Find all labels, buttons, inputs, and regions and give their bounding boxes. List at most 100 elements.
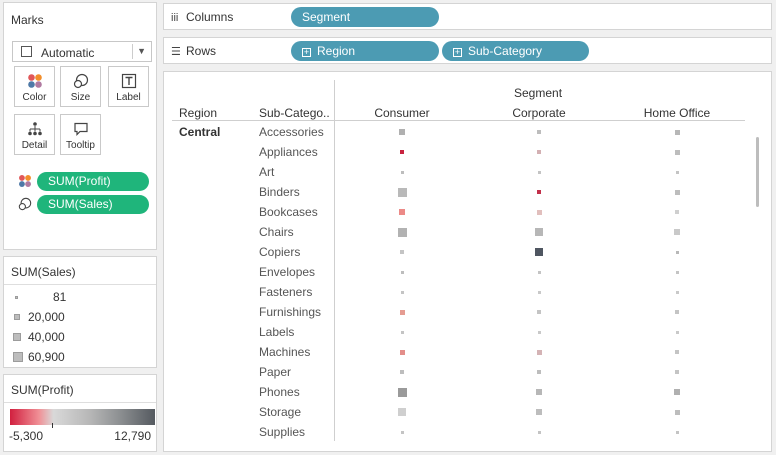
square-mark[interactable] [536,409,542,415]
segment-header-consumer[interactable]: Consumer [352,106,452,120]
segment-header-title[interactable]: Segment [514,86,562,100]
subcategory-row-label[interactable]: Envelopes [259,265,315,279]
size-legend-value: 40,000 [28,330,65,344]
segment-pill[interactable]: Segment [291,7,439,27]
square-mark[interactable] [397,187,407,197]
subcategory-row-label[interactable]: Machines [259,345,310,359]
subcategory-row-label[interactable]: Appliances [259,145,318,159]
subcategory-row-label[interactable]: Bookcases [259,205,318,219]
subcategory-pill[interactable]: + Sub-Category [442,41,589,61]
square-mark[interactable] [535,228,543,236]
label-card[interactable]: Label [108,66,149,107]
square-mark[interactable] [537,370,541,374]
square-mark[interactable] [674,409,680,415]
square-mark[interactable] [400,170,404,174]
color-legend-title[interactable]: SUM(Profit) [4,375,156,403]
region-row-header[interactable]: Central [179,125,220,139]
square-mark[interactable] [537,310,541,314]
expand-plus-icon[interactable]: + [453,48,462,57]
square-mark[interactable] [675,270,679,274]
color-card[interactable]: Color [14,66,55,107]
mark-type-dropdown[interactable]: Automatic ▼ [12,41,152,62]
square-mark[interactable] [674,189,680,195]
marks-card: Marks Automatic ▼ Color Size Label Detai… [3,2,157,250]
subcategory-row-label[interactable]: Storage [259,405,301,419]
square-mark[interactable] [537,150,541,154]
sales-pill[interactable]: SUM(Sales) [37,195,149,214]
region-column-header[interactable]: Region [179,106,217,120]
subcategory-row-label[interactable]: Paper [259,365,291,379]
square-mark[interactable] [675,170,679,174]
square-mark[interactable] [400,430,404,434]
square-mark[interactable] [537,190,541,194]
square-mark[interactable] [537,290,541,294]
subcategory-row-label[interactable]: Supplies [259,425,305,439]
square-mark[interactable] [674,229,680,235]
square-mark[interactable] [675,310,679,314]
square-mark[interactable] [400,290,404,294]
rows-shelf[interactable]: ☰ Rows + Region + Sub-Category [163,37,772,64]
square-mark[interactable] [537,130,541,134]
square-mark[interactable] [400,370,404,374]
subcategory-row-label[interactable]: Accessories [259,125,324,139]
square-mark[interactable] [675,210,679,214]
square-mark[interactable] [675,350,679,354]
square-mark[interactable] [675,430,679,434]
square-mark[interactable] [400,250,404,254]
mark-type-square-icon [21,46,32,57]
square-mark[interactable] [675,290,679,294]
subcategory-column-header[interactable]: Sub-Catego.. [259,106,330,120]
tooltip-icon [61,121,100,137]
vertical-scrollbar[interactable] [756,137,759,207]
tooltip-card[interactable]: Tooltip [60,114,101,155]
color-gradient-bar[interactable] [10,409,155,425]
square-mark[interactable] [399,129,405,135]
subcategory-row-label[interactable]: Fasteners [259,285,312,299]
subcategory-row-label[interactable]: Art [259,165,274,179]
square-mark[interactable] [400,270,404,274]
profit-pill[interactable]: SUM(Profit) [37,172,149,191]
segment-header-home-office[interactable]: Home Office [627,106,727,120]
square-mark[interactable] [398,408,406,416]
square-mark[interactable] [399,349,405,355]
square-mark[interactable] [397,387,407,397]
square-mark[interactable] [536,349,542,355]
chevron-down-icon[interactable]: ▼ [137,46,146,56]
expand-plus-icon[interactable]: + [302,48,311,57]
region-pill-label: Region [317,44,356,58]
square-mark[interactable] [537,270,541,274]
region-pill[interactable]: + Region [291,41,439,61]
square-mark[interactable] [674,149,680,155]
square-mark[interactable] [536,389,542,395]
columns-shelf[interactable]: iii Columns Segment [163,3,772,30]
subcategory-row-label[interactable]: Labels [259,325,294,339]
square-mark[interactable] [399,309,405,315]
square-mark[interactable] [400,150,404,154]
square-mark[interactable] [400,330,404,334]
size-legend-value: 60,900 [28,350,65,364]
square-mark[interactable] [537,170,541,174]
subcategory-row-label[interactable]: Furnishings [259,305,321,319]
square-mark[interactable] [535,248,543,256]
square-mark[interactable] [675,370,679,374]
size-legend-title[interactable]: SUM(Sales) [4,257,156,285]
marks-title: Marks [11,13,44,27]
square-mark[interactable] [537,330,541,334]
detail-card[interactable]: Detail [14,114,55,155]
viz-view[interactable]: Segment Region Sub-Catego.. Consumer Cor… [163,71,772,452]
subcategory-row-label[interactable]: Chairs [259,225,294,239]
subcategory-row-label[interactable]: Phones [259,385,300,399]
color-legend-min: -5,300 [9,429,44,443]
square-mark[interactable] [674,129,680,135]
square-mark[interactable] [675,250,679,254]
square-mark[interactable] [397,227,407,237]
segment-header-corporate[interactable]: Corporate [489,106,589,120]
square-mark[interactable] [399,209,405,215]
square-mark[interactable] [674,389,680,395]
subcategory-row-label[interactable]: Binders [259,185,300,199]
square-mark[interactable] [536,209,542,215]
size-card[interactable]: Size [60,66,101,107]
subcategory-row-label[interactable]: Copiers [259,245,300,259]
square-mark[interactable] [675,330,679,334]
square-mark[interactable] [537,430,541,434]
